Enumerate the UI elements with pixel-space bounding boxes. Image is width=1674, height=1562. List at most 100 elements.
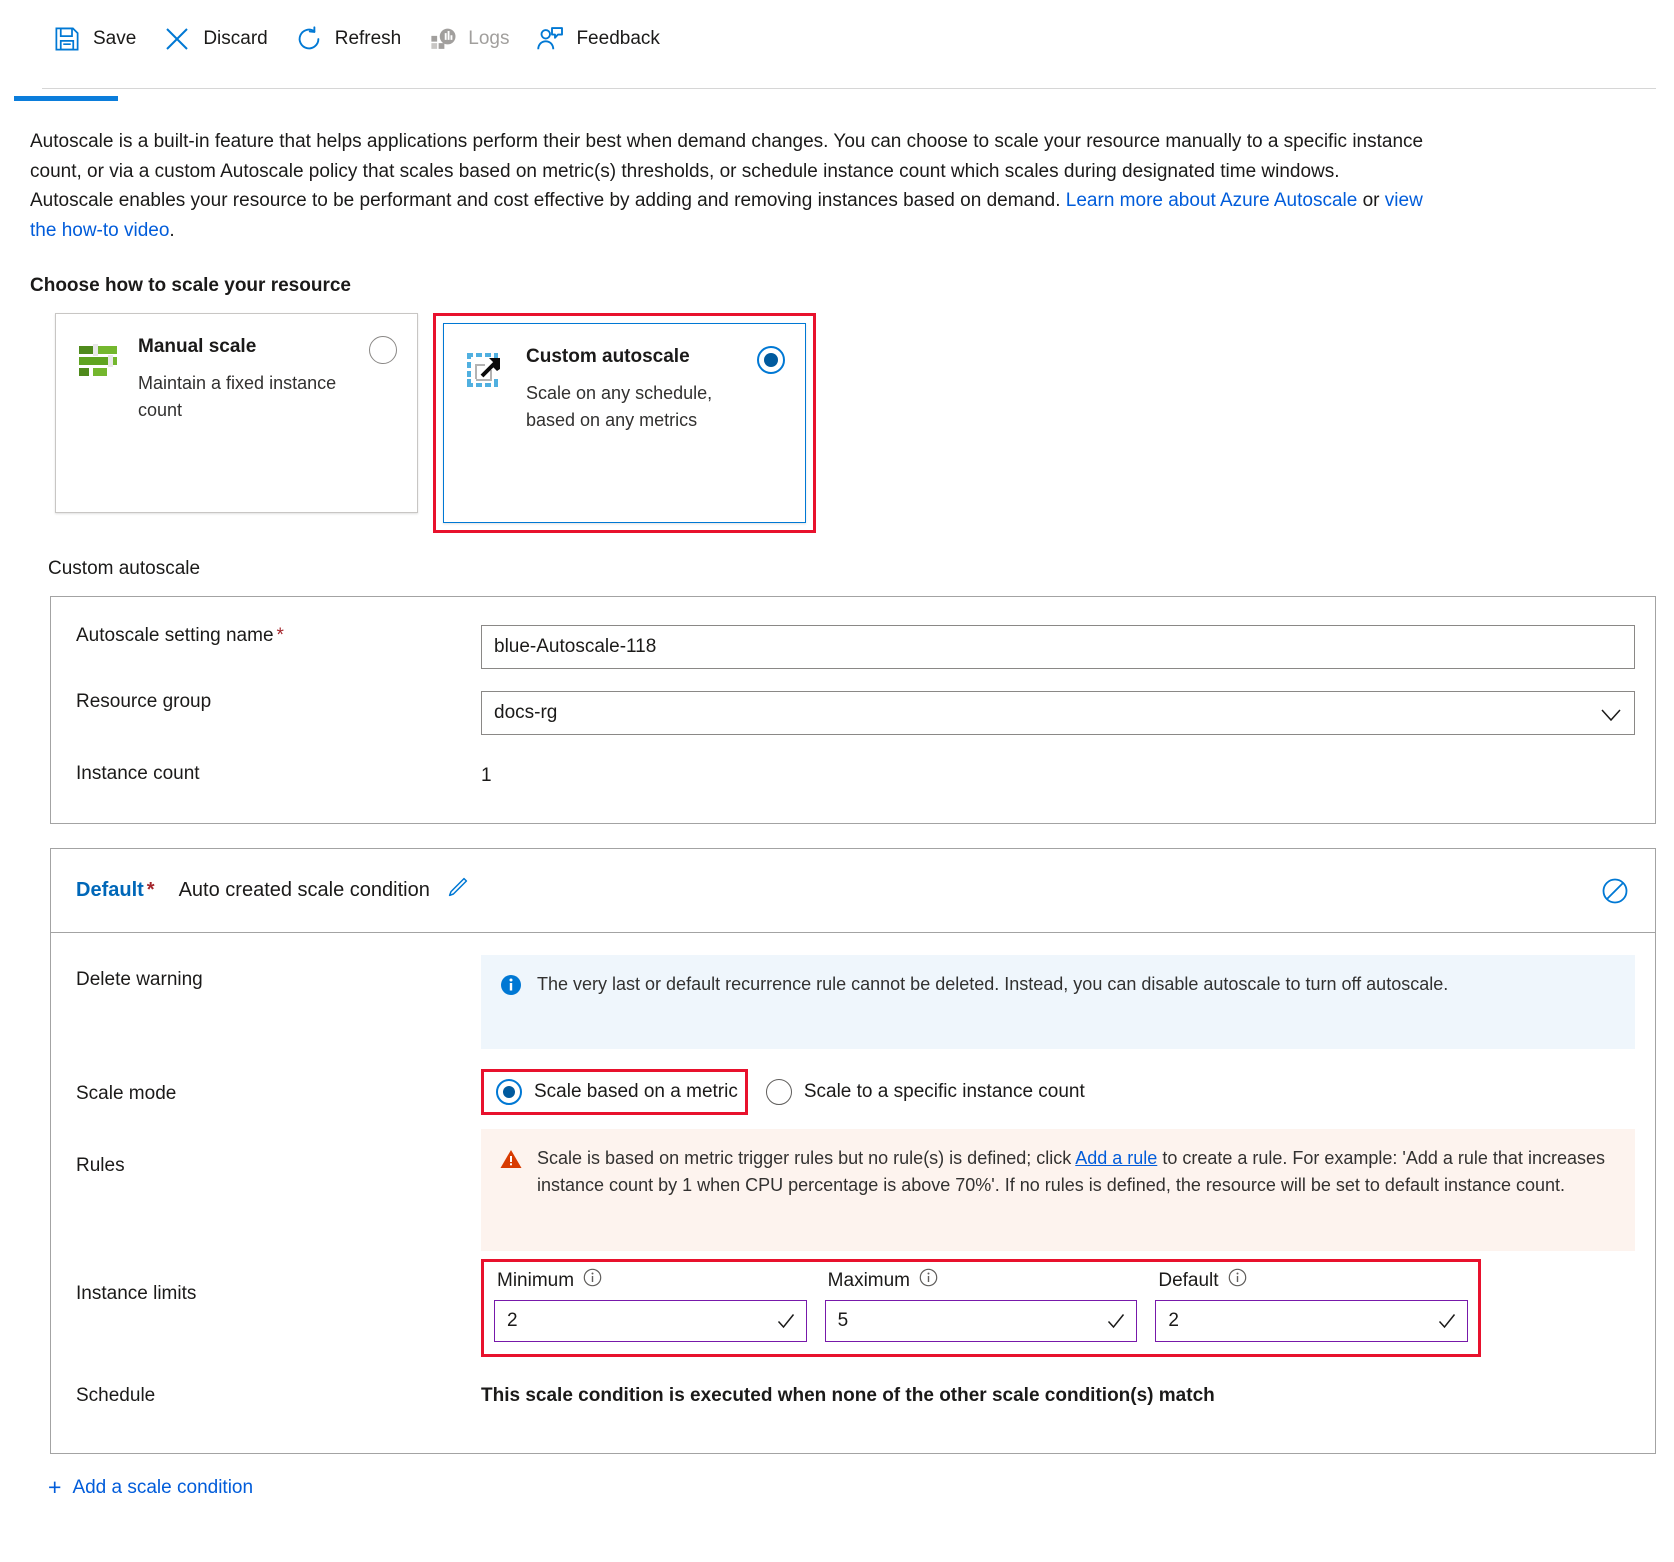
resource-group-label: Resource group <box>51 691 481 713</box>
autoscale-name-row: Autoscale setting name* <box>51 597 1655 669</box>
refresh-icon <box>294 24 324 54</box>
scale-mode-card-group: Manual scale Maintain a fixed instance c… <box>55 313 1674 533</box>
instance-count-value: 1 <box>481 763 1635 787</box>
learn-more-link[interactable]: Learn more about Azure Autoscale <box>1066 190 1358 211</box>
custom-autoscale-section-label: Custom autoscale <box>48 558 1674 580</box>
maximum-label-row: Maximum <box>825 1268 1138 1293</box>
autoscale-name-label: Autoscale setting name* <box>51 625 481 647</box>
autoscale-settings-panel: Autoscale setting name* Resource group I… <box>50 596 1656 824</box>
manual-scale-description: Maintain a fixed instance count <box>138 370 353 424</box>
scale-to-specific-count-label: Scale to a specific instance count <box>804 1081 1085 1103</box>
info-icon[interactable] <box>1228 1268 1247 1293</box>
maximum-limit-column: Maximum <box>825 1268 1138 1342</box>
delete-warning-banner: The very last or default recurrence rule… <box>481 955 1635 1049</box>
autoscale-arrow-icon <box>464 348 508 392</box>
schedule-description: This scale condition is executed when no… <box>481 1385 1635 1407</box>
maximum-instances-input[interactable] <box>825 1300 1138 1342</box>
info-icon[interactable] <box>583 1268 602 1293</box>
default-limit-column: Default <box>1155 1268 1468 1342</box>
resource-group-row: Resource group <box>51 669 1655 735</box>
scale-based-on-metric-label: Scale based on a metric <box>534 1081 738 1103</box>
intro-text-end: . <box>169 220 174 241</box>
plus-icon: + <box>48 1476 61 1499</box>
no-entry-icon[interactable] <box>1601 877 1629 910</box>
delete-warning-text: The very last or default recurrence rule… <box>537 971 1448 998</box>
feedback-icon <box>535 24 565 54</box>
add-scale-condition-button[interactable]: + Add a scale condition <box>48 1476 253 1499</box>
default-condition-label: Default* <box>76 879 155 902</box>
logs-icon <box>427 24 457 54</box>
rules-text-before: Scale is based on metric trigger rules b… <box>537 1148 1075 1168</box>
discard-button[interactable]: Discard <box>152 18 283 60</box>
active-tab-indicator <box>14 96 118 101</box>
sliders-icon <box>76 338 120 382</box>
refresh-button[interactable]: Refresh <box>284 18 418 60</box>
delete-warning-label: Delete warning <box>51 955 481 991</box>
minimum-instances-input[interactable] <box>494 1300 807 1342</box>
autoscale-name-label-text: Autoscale setting name <box>76 625 274 646</box>
manual-scale-radio[interactable] <box>369 336 397 364</box>
default-limit-label: Default <box>1158 1270 1218 1292</box>
default-label-row: Default <box>1155 1268 1468 1293</box>
rules-warning-text: Scale is based on metric trigger rules b… <box>537 1145 1615 1199</box>
scale-to-specific-count-option[interactable]: Scale to a specific instance count <box>766 1079 1085 1105</box>
manual-scale-title: Manual scale <box>138 336 353 358</box>
add-a-rule-link[interactable]: Add a rule <box>1075 1148 1157 1168</box>
custom-autoscale-description: Scale on any schedule, based on any metr… <box>526 380 741 434</box>
instance-limits-label: Instance limits <box>51 1259 481 1305</box>
minimum-limit-column: Minimum <box>494 1268 807 1342</box>
scale-condition-name: Auto created scale condition <box>179 879 430 902</box>
logs-button[interactable]: Logs <box>417 18 525 60</box>
scale-based-on-metric-radio[interactable] <box>496 1079 522 1105</box>
feedback-label: Feedback <box>576 28 659 50</box>
resource-group-select[interactable] <box>481 691 1635 735</box>
discard-icon <box>162 24 192 54</box>
info-icon[interactable] <box>919 1268 938 1293</box>
save-label: Save <box>93 28 136 50</box>
default-condition-text: Default <box>76 879 144 901</box>
autoscale-setting-name-input[interactable] <box>481 625 1635 669</box>
add-scale-condition-label: Add a scale condition <box>72 1477 253 1499</box>
save-button[interactable]: Save <box>42 18 152 60</box>
manual-scale-card[interactable]: Manual scale Maintain a fixed instance c… <box>55 313 418 513</box>
info-icon <box>499 973 523 1005</box>
intro-paragraph: Autoscale is a built-in feature that hel… <box>0 112 1674 245</box>
schedule-row: Schedule This scale condition is execute… <box>51 1357 1655 1453</box>
maximum-label: Maximum <box>828 1270 910 1292</box>
scale-to-specific-count-radio[interactable] <box>766 1079 792 1105</box>
default-scale-condition-panel: Default* Auto created scale condition De… <box>50 848 1656 1454</box>
instance-limits-row: Instance limits Minimum <box>51 1251 1655 1357</box>
refresh-label: Refresh <box>335 28 402 50</box>
toolbar-divider <box>42 88 1656 89</box>
intro-text-mid: or <box>1357 190 1384 211</box>
feedback-button[interactable]: Feedback <box>525 18 675 60</box>
scale-condition-header: Default* Auto created scale condition <box>51 849 1655 933</box>
delete-warning-row: Delete warning The very last or default … <box>51 933 1655 1049</box>
scale-based-on-metric-option[interactable]: Scale based on a metric <box>496 1079 738 1105</box>
warning-icon <box>499 1147 523 1179</box>
instance-count-label: Instance count <box>51 763 481 785</box>
instance-count-row: Instance count 1 <box>51 735 1655 823</box>
rules-label: Rules <box>51 1129 481 1177</box>
instance-limits-highlight: Minimum <box>481 1259 1481 1357</box>
scale-mode-label: Scale mode <box>51 1069 481 1105</box>
pencil-icon[interactable] <box>444 875 470 906</box>
schedule-label: Schedule <box>51 1385 481 1407</box>
discard-label: Discard <box>203 28 267 50</box>
rules-warning-banner: Scale is based on metric trigger rules b… <box>481 1129 1635 1251</box>
rules-row: Rules Scale is based on metric trigger r… <box>51 1115 1655 1251</box>
scale-mode-highlight: Scale based on a metric <box>481 1069 748 1115</box>
custom-autoscale-radio[interactable] <box>757 346 785 374</box>
required-marker: * <box>277 625 284 646</box>
minimum-label: Minimum <box>497 1270 574 1292</box>
custom-autoscale-highlight: Custom autoscale Scale on any schedule, … <box>433 313 816 533</box>
default-instances-input[interactable] <box>1155 1300 1468 1342</box>
save-icon <box>52 24 82 54</box>
default-required-marker: * <box>147 879 155 901</box>
custom-autoscale-title: Custom autoscale <box>526 346 741 368</box>
scale-mode-row: Scale mode Scale based on a metric Scale… <box>51 1049 1655 1115</box>
custom-autoscale-card[interactable]: Custom autoscale Scale on any schedule, … <box>443 323 806 523</box>
choose-scale-heading: Choose how to scale your resource <box>30 275 1674 297</box>
page-content: Autoscale is a built-in feature that hel… <box>0 112 1674 1500</box>
command-toolbar: Save Discard Refresh <box>0 0 1674 78</box>
